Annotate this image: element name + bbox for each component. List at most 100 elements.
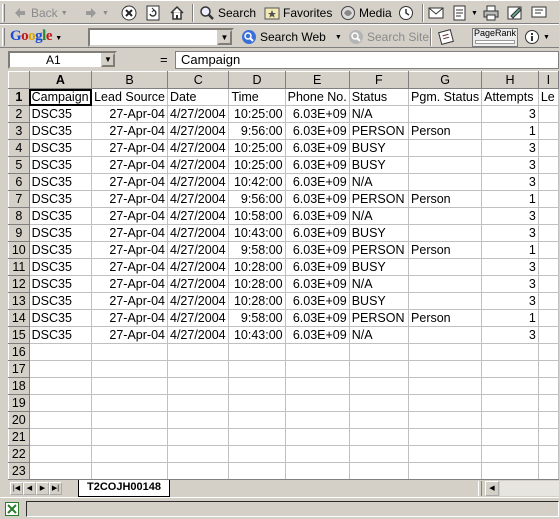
table-cell[interactable]: 27-Apr-04 — [91, 190, 168, 208]
search-web-button[interactable]: Search Web ▼ — [241, 27, 342, 47]
table-cell[interactable] — [349, 428, 410, 446]
table-cell[interactable]: BUSY — [349, 292, 410, 310]
table-cell[interactable]: 3 — [481, 139, 539, 157]
table-cell[interactable]: 4/27/2004 — [167, 326, 230, 344]
table-cell[interactable] — [29, 462, 93, 479]
google-logo[interactable]: Google ▼ — [10, 28, 62, 45]
table-cell[interactable] — [538, 122, 559, 140]
table-cell[interactable]: 4/27/2004 — [167, 224, 230, 242]
first-sheet-button[interactable]: |◀ — [10, 482, 23, 495]
select-all-corner[interactable] — [8, 71, 30, 89]
search-button[interactable]: Search — [199, 3, 256, 23]
table-cell[interactable]: 3 — [481, 258, 539, 276]
table-cell[interactable]: 27-Apr-04 — [91, 241, 168, 259]
formula-input[interactable]: Campaign — [175, 51, 559, 69]
row-header[interactable]: 9 — [8, 224, 30, 242]
table-cell[interactable]: DSC35 — [29, 173, 93, 191]
table-cell[interactable]: DSC35 — [29, 224, 93, 242]
table-cell[interactable]: 10:28:00 — [228, 275, 286, 293]
table-cell[interactable]: 10:58:00 — [228, 207, 286, 225]
table-cell[interactable]: 6.03E+09 — [285, 156, 350, 174]
table-cell[interactable]: Le — [538, 88, 559, 106]
pagerank-indicator[interactable]: PageRank — [472, 28, 518, 47]
table-cell[interactable]: DSC35 — [29, 139, 93, 157]
column-header[interactable]: D — [228, 71, 286, 89]
table-cell[interactable]: Status — [349, 88, 410, 106]
row-header[interactable]: 23 — [8, 462, 30, 479]
table-cell[interactable]: 1 — [481, 190, 539, 208]
table-cell[interactable] — [481, 445, 539, 463]
table-cell[interactable]: 4/27/2004 — [167, 309, 230, 327]
refresh-button[interactable] — [145, 3, 161, 23]
table-cell[interactable]: 27-Apr-04 — [91, 275, 168, 293]
table-cell[interactable]: 6.03E+09 — [285, 224, 350, 242]
table-cell[interactable] — [91, 343, 168, 361]
info-dropdown-icon[interactable]: ▼ — [543, 34, 550, 41]
row-header[interactable]: 10 — [8, 241, 30, 259]
table-cell[interactable] — [349, 394, 410, 412]
table-cell[interactable]: Person — [408, 190, 483, 208]
table-cell[interactable]: Person — [408, 309, 483, 327]
mail-button[interactable] — [428, 3, 444, 23]
table-cell[interactable] — [91, 428, 168, 446]
table-cell[interactable] — [29, 394, 93, 412]
table-cell[interactable]: 27-Apr-04 — [91, 326, 168, 344]
table-cell[interactable]: 1 — [481, 309, 539, 327]
table-cell[interactable] — [349, 343, 410, 361]
table-cell[interactable] — [408, 428, 483, 446]
table-cell[interactable] — [29, 428, 93, 446]
table-cell[interactable]: Person — [408, 122, 483, 140]
row-header[interactable]: 20 — [8, 411, 30, 429]
table-cell[interactable]: 9:56:00 — [228, 190, 286, 208]
table-cell[interactable]: PERSON — [349, 309, 410, 327]
column-header[interactable]: B — [91, 71, 168, 89]
table-cell[interactable]: 3 — [481, 292, 539, 310]
table-cell[interactable]: N/A — [349, 173, 410, 191]
table-cell[interactable] — [91, 411, 168, 429]
table-cell[interactable] — [538, 241, 559, 259]
row-header[interactable]: 2 — [8, 105, 30, 123]
table-cell[interactable] — [285, 428, 350, 446]
table-cell[interactable]: 6.03E+09 — [285, 309, 350, 327]
table-cell[interactable] — [228, 411, 286, 429]
table-cell[interactable]: 6.03E+09 — [285, 173, 350, 191]
table-cell[interactable] — [285, 377, 350, 395]
name-box-dropdown-button[interactable]: ▼ — [101, 53, 115, 67]
table-cell[interactable] — [167, 360, 230, 378]
table-cell[interactable] — [538, 139, 559, 157]
google-search-dropdown-button[interactable]: ▼ — [217, 30, 232, 45]
table-cell[interactable] — [349, 411, 410, 429]
row-header[interactable]: 18 — [8, 377, 30, 395]
table-cell[interactable]: DSC35 — [29, 292, 93, 310]
table-cell[interactable]: Phone No. — [285, 88, 350, 106]
table-cell[interactable]: 10:28:00 — [228, 292, 286, 310]
table-cell[interactable]: 10:25:00 — [228, 139, 286, 157]
sheet-tab-active[interactable]: T2COJH00148 — [78, 480, 170, 497]
table-cell[interactable]: DSC35 — [29, 241, 93, 259]
table-cell[interactable]: Attempts — [481, 88, 539, 106]
table-cell[interactable] — [408, 105, 483, 123]
table-cell[interactable] — [538, 190, 559, 208]
table-cell[interactable]: 9:56:00 — [228, 122, 286, 140]
table-cell[interactable]: 6.03E+09 — [285, 326, 350, 344]
table-cell[interactable] — [167, 377, 230, 395]
table-cell[interactable] — [538, 428, 559, 446]
row-header[interactable]: 8 — [8, 207, 30, 225]
table-cell[interactable]: DSC35 — [29, 326, 93, 344]
table-cell[interactable]: 4/27/2004 — [167, 139, 230, 157]
table-cell[interactable]: 10:25:00 — [228, 105, 286, 123]
table-cell[interactable] — [349, 377, 410, 395]
table-cell[interactable] — [228, 377, 286, 395]
history-button[interactable] — [398, 3, 414, 23]
table-cell[interactable] — [167, 394, 230, 412]
row-header[interactable]: 7 — [8, 190, 30, 208]
table-cell[interactable] — [538, 207, 559, 225]
back-button[interactable]: Back ▼ — [12, 3, 68, 23]
column-header[interactable]: H — [481, 71, 539, 89]
table-cell[interactable]: BUSY — [349, 139, 410, 157]
table-cell[interactable] — [349, 445, 410, 463]
table-cell[interactable] — [481, 394, 539, 412]
table-cell[interactable] — [408, 258, 483, 276]
table-cell[interactable] — [91, 462, 168, 479]
column-header[interactable]: A — [28, 71, 93, 89]
